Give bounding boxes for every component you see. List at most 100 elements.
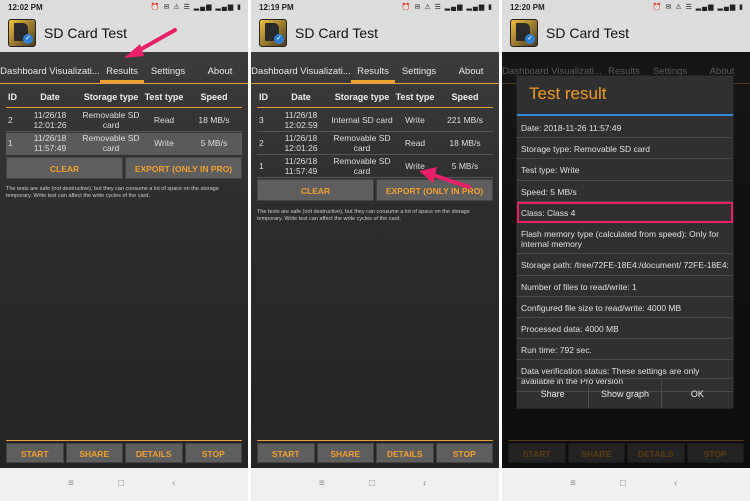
cell-type: Write	[154, 137, 174, 148]
bottom-toolbar: START SHARE DETAILS STOP	[6, 440, 242, 463]
col-date: Date	[291, 92, 311, 102]
col-speed: Speed	[200, 92, 228, 102]
sd-card-icon: ✓	[8, 19, 36, 47]
table-row[interactable]: 3 11/26/18 12:02:59 Internal SD card Wri…	[257, 110, 493, 132]
cell-id: 2	[8, 114, 13, 125]
cell-date: 11/26/18 12:01:26	[33, 110, 67, 130]
cell-speed: 5 MB/s	[200, 137, 228, 148]
clear-button[interactable]: CLEAR	[257, 179, 374, 201]
menu-nav-icon[interactable]: ≡	[570, 478, 576, 489]
table-row[interactable]: 2 11/26/18 12:01:26 Removable SD card Re…	[6, 110, 242, 132]
back-nav-icon[interactable]: ‹	[423, 478, 426, 489]
system-nav-bar: ≡ □ ‹	[251, 468, 499, 501]
home-nav-icon[interactable]: □	[620, 478, 626, 489]
phone-screen-test-result-dialog: 12:20 PM ⏰ ✉ ⚠ ☰ ▂▄▆ ▂▄▆ ▮ ✓ SD Card Tes…	[502, 0, 750, 501]
status-time: 12:19 PM	[259, 3, 294, 12]
screenshot-triptych: 12:02 PM ⏰ ✉ ⚠ ☰ ▂▄▆ ▂▄▆ ▮ ✓ SD Card Tes…	[0, 0, 750, 501]
cell-id: 1	[259, 160, 264, 171]
back-nav-icon[interactable]: ‹	[674, 478, 677, 489]
result-run-time: Run time: 792 sec.	[517, 339, 733, 361]
tab-dashboard[interactable]: Dashboard Visualizati...	[251, 52, 351, 83]
home-nav-icon[interactable]: □	[369, 478, 375, 489]
cell-id: 1	[8, 137, 13, 148]
action-button-row: CLEAR EXPORT (ONLY IN PRO)	[6, 157, 242, 179]
col-id: ID	[259, 92, 268, 102]
status-icons: ⏰ ✉ ⚠ ☰ ▂▄▆ ▂▄▆ ▮	[652, 4, 744, 11]
tab-dashboard[interactable]: Dashboard Visualizati...	[0, 52, 100, 83]
results-table-header: ID Date Storage type Test type Speed	[6, 86, 242, 108]
result-storage-type: Storage type: Removable SD card	[517, 138, 733, 160]
cell-type: Read	[404, 137, 426, 148]
dialog-button-row: Share Show graph OK	[517, 378, 733, 408]
phone-screen-results-three: 12:19 PM ⏰ ✉ ⚠ ☰ ▂▄▆ ▂▄▆ ▮ ✓ SD Card Tes…	[251, 0, 499, 501]
stop-button[interactable]: STOP	[435, 443, 493, 463]
back-nav-icon[interactable]: ‹	[172, 478, 175, 489]
ok-button[interactable]: OK	[662, 379, 733, 408]
result-class: Class: Class 4	[517, 201, 733, 223]
main-content: Dashboard Visualizati... Results Setting…	[251, 52, 499, 468]
share-button[interactable]: SHARE	[316, 443, 374, 463]
result-storage-path: Storage path: /tree/72FE-18E4:/document/…	[517, 254, 733, 276]
cell-storage: Removable SD card	[333, 133, 391, 153]
col-date: Date	[40, 92, 60, 102]
system-nav-bar: ≡ □ ‹	[502, 468, 750, 501]
tab-bar: Dashboard Visualizati... Results Setting…	[251, 52, 499, 84]
col-storage-type: Storage type	[83, 92, 139, 102]
tab-results[interactable]: Results	[351, 52, 395, 83]
dialog-title-divider	[517, 114, 733, 116]
details-button[interactable]: DETAILS	[125, 443, 183, 463]
cell-storage: Removable SD card	[82, 110, 140, 130]
start-button[interactable]: START	[257, 443, 315, 463]
bottom-toolbar: START SHARE DETAILS STOP	[257, 440, 493, 463]
test-result-dialog: Test result Date: 2018-11-26 11:57:49 St…	[516, 75, 734, 409]
table-row[interactable]: 2 11/26/18 12:01:26 Removable SD card Re…	[257, 133, 493, 155]
menu-nav-icon[interactable]: ≡	[68, 478, 74, 489]
status-bar: 12:20 PM ⏰ ✉ ⚠ ☰ ▂▄▆ ▂▄▆ ▮	[502, 0, 750, 14]
cell-type: Write	[405, 114, 425, 125]
col-test-type: Test type	[144, 92, 184, 102]
cell-storage: Internal SD card	[331, 114, 393, 125]
details-button[interactable]: DETAILS	[376, 443, 434, 463]
show-graph-button[interactable]: Show graph	[589, 379, 662, 408]
tab-about[interactable]: About	[443, 52, 499, 83]
status-bar: 12:02 PM ⏰ ✉ ⚠ ☰ ▂▄▆ ▂▄▆ ▮	[0, 0, 248, 14]
start-button[interactable]: START	[6, 443, 64, 463]
status-icons: ⏰ ✉ ⚠ ☰ ▂▄▆ ▂▄▆ ▮	[401, 4, 493, 11]
status-bar: 12:19 PM ⏰ ✉ ⚠ ☰ ▂▄▆ ▂▄▆ ▮	[251, 0, 499, 14]
col-storage-type: Storage type	[334, 92, 390, 102]
status-icons: ⏰ ✉ ⚠ ☰ ▂▄▆ ▂▄▆ ▮	[150, 4, 242, 11]
dialog-share-button[interactable]: Share	[517, 379, 590, 408]
pointer-arrow-icon	[419, 167, 471, 189]
app-bar: ✓ SD Card Test	[502, 14, 750, 52]
cell-date: 11/26/18 12:02:59	[284, 110, 318, 130]
phone-screen-results: 12:02 PM ⏰ ✉ ⚠ ☰ ▂▄▆ ▂▄▆ ▮ ✓ SD Card Tes…	[0, 0, 248, 501]
cell-id: 3	[259, 114, 264, 125]
status-time: 12:02 PM	[8, 3, 43, 12]
result-file-count: Number of files to read/write: 1	[517, 276, 733, 297]
result-processed-data: Processed data: 4000 MB	[517, 318, 733, 340]
result-file-size: Configured file size to read/write: 4000…	[517, 297, 733, 318]
col-speed: Speed	[451, 92, 479, 102]
tab-about[interactable]: About	[192, 52, 248, 83]
home-nav-icon[interactable]: □	[118, 478, 124, 489]
cell-speed: 18 MB/s	[198, 114, 230, 125]
col-test-type: Test type	[395, 92, 435, 102]
table-row[interactable]: 1 11/26/18 11:57:49 Removable SD card Wr…	[6, 133, 242, 155]
cell-date: 11/26/18 11:57:49	[284, 156, 318, 176]
app-title: SD Card Test	[546, 25, 629, 41]
stop-button[interactable]: STOP	[184, 443, 242, 463]
app-title: SD Card Test	[295, 25, 378, 41]
cell-date: 11/26/18 12:01:26	[284, 133, 318, 153]
cell-storage: Removable SD card	[82, 133, 140, 153]
share-button[interactable]: SHARE	[65, 443, 123, 463]
clear-button[interactable]: CLEAR	[6, 157, 123, 179]
export-button[interactable]: EXPORT (ONLY IN PRO)	[125, 157, 242, 179]
result-flash-type: Flash memory type (calculated from speed…	[517, 223, 733, 255]
cell-type: Read	[153, 114, 175, 125]
tab-settings[interactable]: Settings	[395, 52, 443, 83]
result-details-list: Date: 2018-11-26 11:57:49 Storage type: …	[517, 117, 733, 392]
menu-nav-icon[interactable]: ≡	[319, 478, 325, 489]
cell-speed: 18 MB/s	[449, 137, 481, 148]
status-time: 12:20 PM	[510, 3, 545, 12]
result-date: Date: 2018-11-26 11:57:49	[517, 117, 733, 139]
